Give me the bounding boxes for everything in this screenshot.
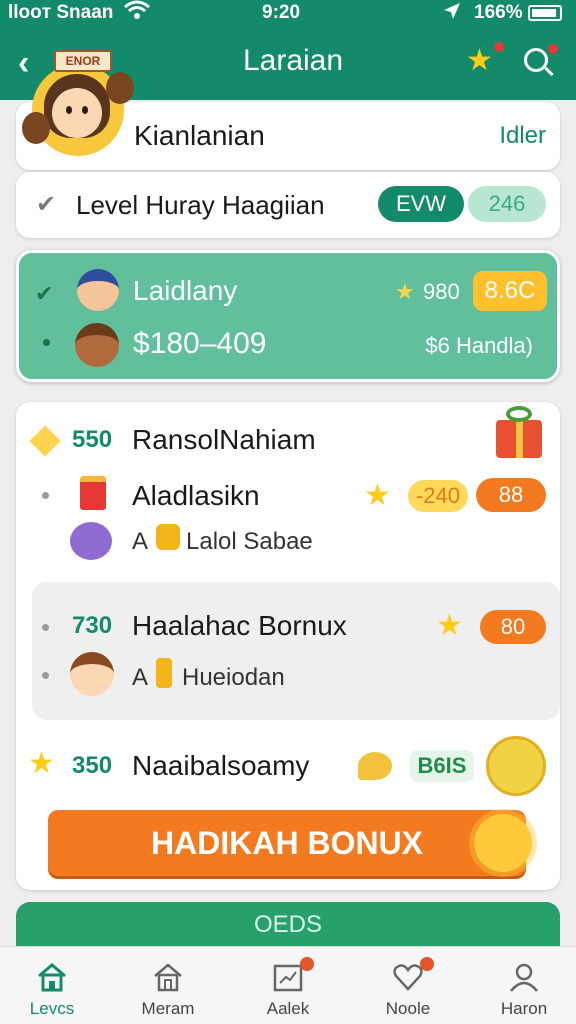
row-subtitle: Lalol Sabae — [186, 528, 313, 555]
level-pill-secondary[interactable]: 246 — [468, 186, 546, 222]
star-icon: ★ — [395, 279, 415, 304]
mascot-sign: ENOR — [54, 50, 112, 72]
score-badge[interactable]: 8.6C — [473, 271, 547, 311]
battery-icon — [528, 5, 562, 21]
bullet-dot — [43, 339, 50, 346]
orange-pill[interactable]: 88 — [476, 478, 546, 512]
level-label: Level Huray Haagiian — [76, 190, 325, 220]
bonus-inner-card[interactable]: 730 Haalahac Bornux ★ 80 A Hueiodan — [32, 582, 560, 720]
home-icon — [36, 961, 68, 993]
monster-avatar — [70, 522, 112, 560]
avatar — [75, 323, 119, 367]
heart-icon — [392, 961, 424, 993]
row-prefix: A — [132, 664, 149, 691]
bullet-dot — [42, 492, 49, 499]
coin-icon — [156, 524, 180, 550]
search-icon[interactable] — [522, 44, 558, 78]
idler-link[interactable]: Idler — [499, 122, 546, 150]
level-card[interactable]: ✔ Level Huray Haagiian EVW 246 — [16, 172, 560, 238]
notification-dot — [494, 42, 504, 52]
status-bar: llooᴛ Snaan 9:20 166% — [0, 0, 576, 28]
green-pill[interactable]: B6IS — [410, 750, 474, 782]
row-title: Haalahac Bornux — [132, 610, 347, 641]
row-number: 550 — [72, 426, 113, 453]
yellow-pill[interactable]: -240 — [408, 480, 468, 512]
gift-icon[interactable] — [492, 404, 546, 460]
bullet-dot — [42, 624, 49, 631]
house-icon — [152, 961, 184, 993]
mascot-avatar: ENOR — [22, 50, 134, 156]
nav-label: Levcs — [29, 999, 75, 1018]
orange-pill[interactable]: 80 — [480, 610, 546, 644]
cup-icon — [80, 476, 106, 510]
row-title[interactable]: Naaibalsoamy — [132, 750, 309, 782]
bullet-dot — [42, 672, 49, 679]
check-icon: ✔ — [35, 281, 54, 306]
row-title[interactable]: RansolNahiam — [132, 424, 316, 456]
location-icon — [442, 1, 462, 27]
star-icon: ★ — [28, 747, 55, 780]
star-icon: ★ — [364, 479, 391, 512]
notification-dot — [548, 44, 558, 54]
bonus-cta-button[interactable]: HADIKAH BONUX — [48, 810, 526, 876]
nav-label: Meram — [141, 999, 195, 1018]
carrier-label: llooᴛ Snaan — [8, 2, 114, 23]
coin-icon — [156, 658, 172, 688]
price-range: $180–409 — [133, 327, 267, 360]
profile-icon — [508, 961, 540, 993]
notification-dot — [420, 957, 434, 971]
row-number: 730 — [72, 612, 113, 639]
fruit-icon — [486, 736, 546, 796]
nav-item-aalek[interactable]: Aalek — [238, 953, 338, 1021]
rewards-list-card: 550 RansolNahiam Aladlasikn ★ -240 88 A … — [16, 402, 560, 890]
nav-item-noole[interactable]: Noole — [358, 953, 458, 1021]
row-number: 350 — [72, 752, 113, 779]
points-value: 980 — [423, 279, 460, 304]
nav-label: Aalek — [266, 999, 310, 1018]
nav-item-meram[interactable]: Meram — [118, 953, 218, 1021]
nav-item-levels[interactable]: Levcs — [2, 953, 102, 1021]
row-title[interactable]: Aladlasikn — [132, 480, 260, 512]
check-icon: ✔ — [36, 191, 57, 218]
player-name: Laidlany — [133, 275, 238, 306]
bottom-nav: Levcs Meram Aalek Noole Haron — [0, 946, 576, 1024]
highlight-card[interactable]: ✔ Laidlany $180–409 ★ 980 8.6C $6 Handla… — [16, 250, 560, 382]
section-title: Kianlanian — [134, 120, 265, 151]
row-subtitle: Hueiodan — [182, 664, 285, 691]
nav-label: Noole — [385, 999, 431, 1018]
sun-icon — [474, 814, 532, 872]
battery-percent: 166% — [474, 2, 523, 23]
row-prefix: A — [132, 528, 149, 555]
trophy-icon — [358, 752, 392, 780]
avatar — [77, 269, 119, 311]
wifi-icon — [124, 0, 150, 28]
chart-icon — [272, 961, 304, 993]
nav-label: Haron — [500, 999, 548, 1018]
notification-dot — [300, 957, 314, 971]
star-icon: ★ — [436, 609, 463, 642]
page-title: Laraian — [242, 44, 344, 77]
meta-text: $6 Handla) — [425, 333, 533, 358]
status-time: 9:20 — [262, 2, 301, 23]
avatar — [70, 652, 114, 696]
level-pill-primary[interactable]: EVW — [378, 186, 464, 222]
nav-item-haron[interactable]: Haron — [474, 953, 574, 1021]
diamond-icon — [29, 425, 61, 457]
favorites-star-icon[interactable]: ★ — [466, 42, 504, 78]
